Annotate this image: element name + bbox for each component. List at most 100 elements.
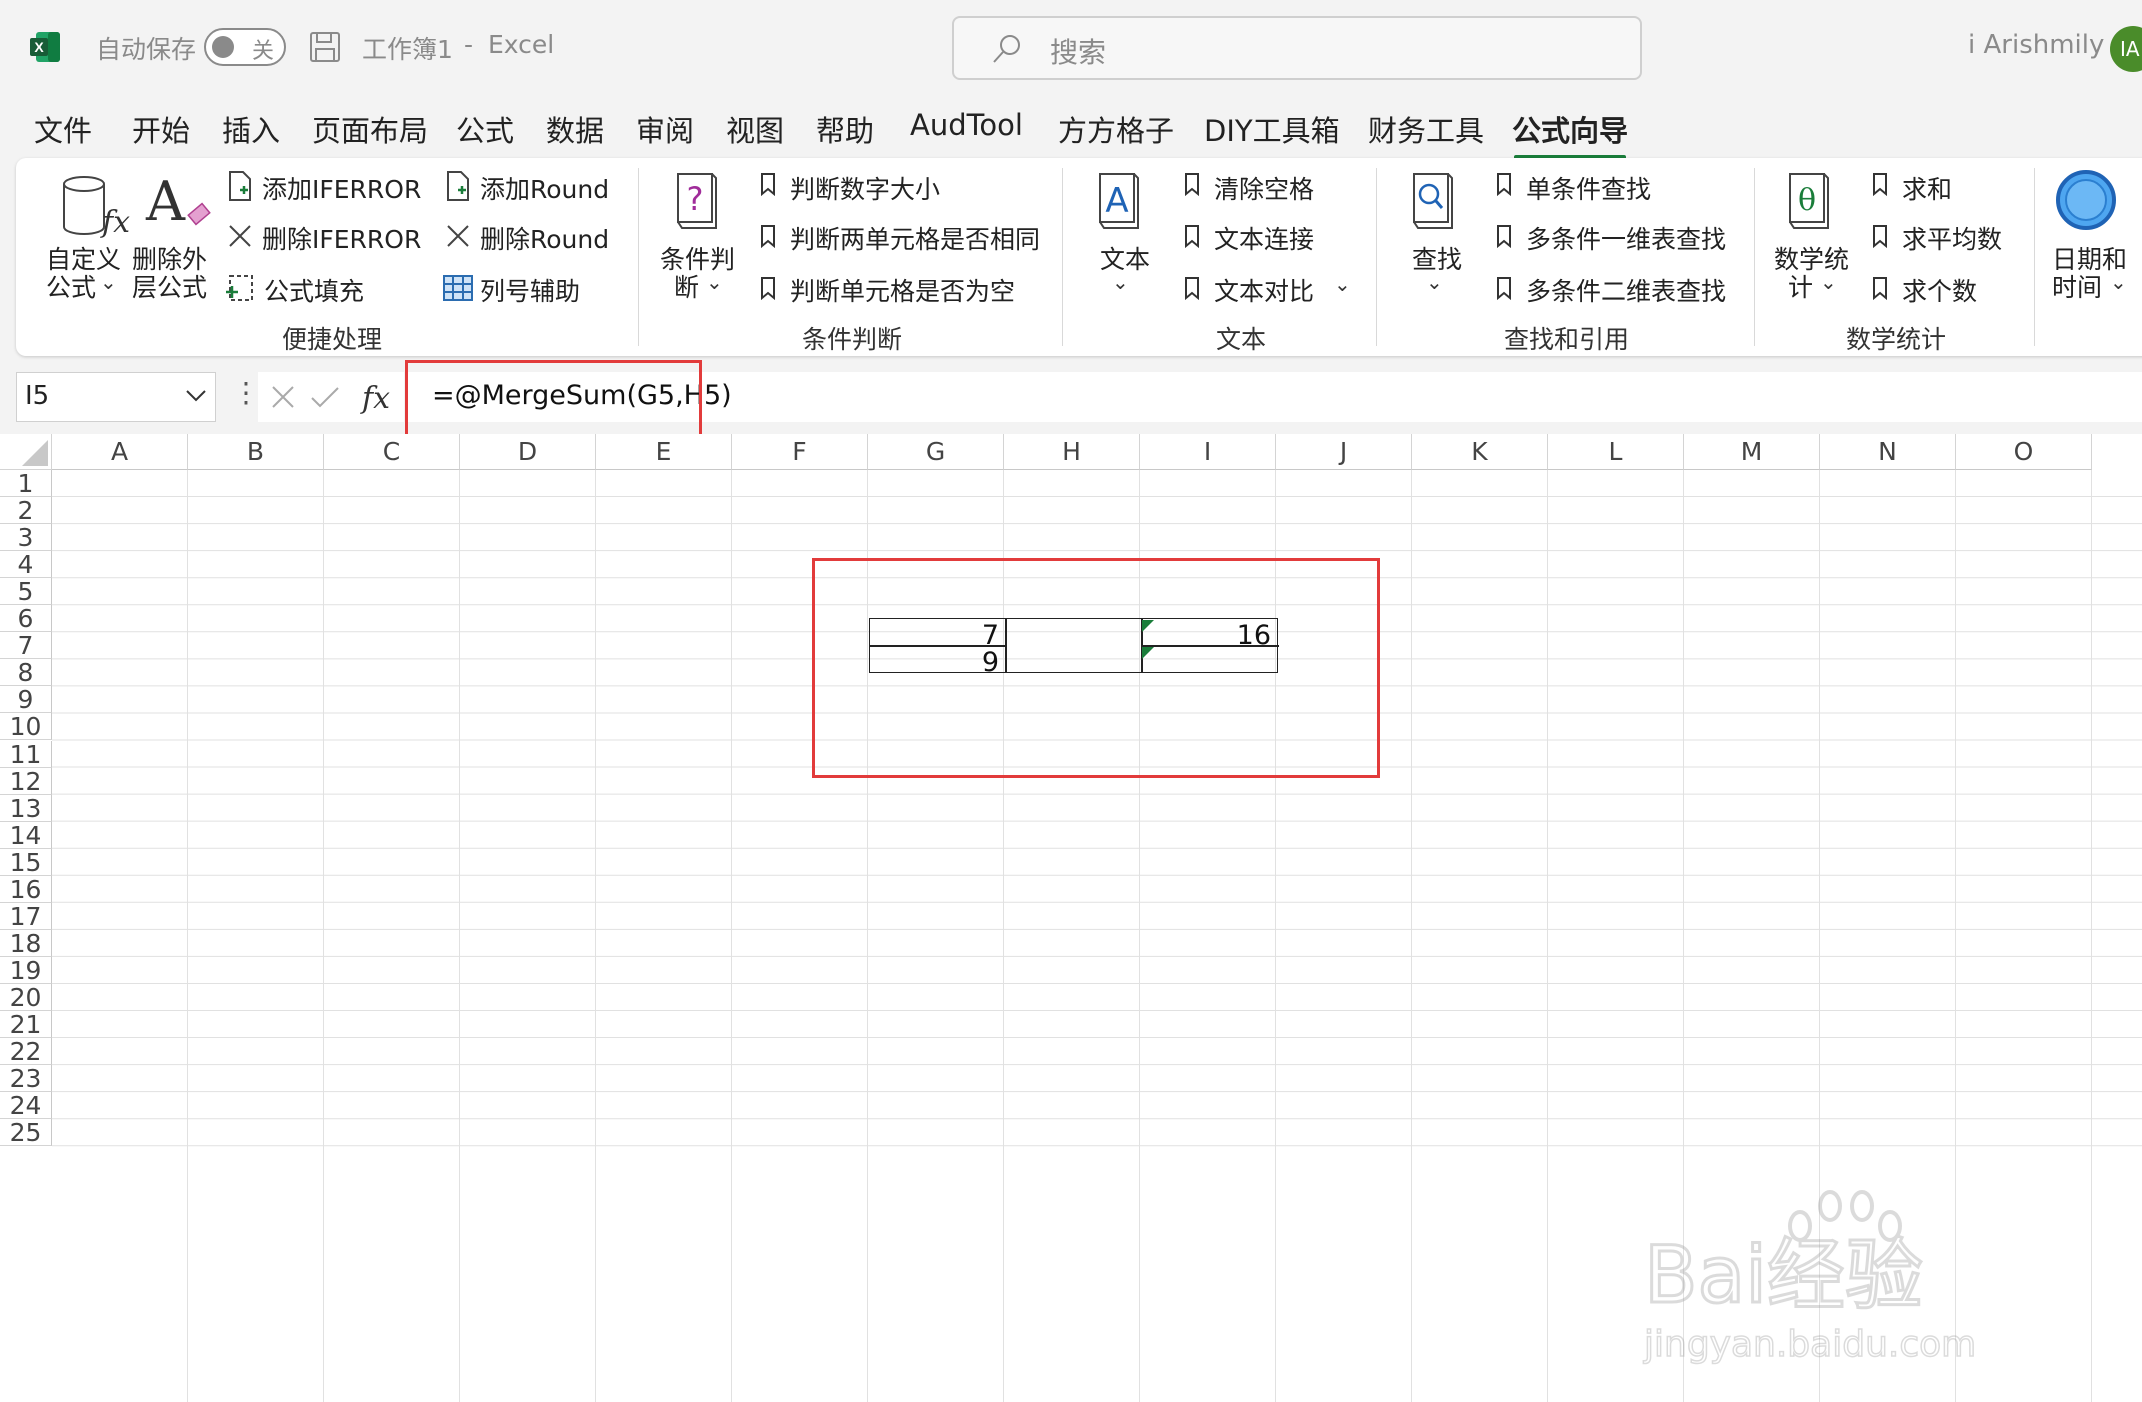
tab-file[interactable]: 文件 — [34, 108, 92, 150]
bookmark-icon — [1497, 277, 1511, 300]
column-header-L[interactable]: L — [1548, 434, 1684, 470]
tab-fangfang[interactable]: 方方格子 — [1058, 108, 1174, 150]
confirm-check-icon[interactable] — [310, 384, 340, 410]
column-header-M[interactable]: M — [1684, 434, 1820, 470]
column-header-D[interactable]: D — [460, 434, 596, 470]
remove-formula-icon: A — [145, 170, 211, 233]
row-header-13[interactable]: 13 — [0, 795, 52, 822]
tab-insert[interactable]: 插入 — [222, 108, 280, 150]
row-header-8[interactable]: 8 — [0, 659, 52, 686]
row-header-15[interactable]: 15 — [0, 849, 52, 876]
column-header-O[interactable]: O — [1956, 434, 2092, 470]
column-header-I[interactable]: I — [1140, 434, 1276, 470]
row-header-24[interactable]: 24 — [0, 1092, 52, 1119]
row-header-21[interactable]: 21 — [0, 1011, 52, 1038]
column-header-K[interactable]: K — [1412, 434, 1548, 470]
formula-buttons: fx — [258, 372, 404, 422]
clock-circle-icon — [2056, 170, 2116, 230]
row-header-4[interactable]: 4 — [0, 551, 52, 578]
row-header-22[interactable]: 22 — [0, 1038, 52, 1065]
document-title: 工作簿1 — [362, 35, 453, 64]
condition-item-3: 判断单元格是否为空 — [790, 277, 1016, 306]
add-document-icon — [447, 171, 469, 201]
row-header-19[interactable]: 19 — [0, 957, 52, 984]
group-separator — [1754, 168, 1755, 346]
column-header-E[interactable]: E — [596, 434, 732, 470]
column-header-G[interactable]: G — [868, 434, 1004, 470]
column-header-A[interactable]: A — [52, 434, 188, 470]
row-header-18[interactable]: 18 — [0, 930, 52, 957]
row-header-2[interactable]: 2 — [0, 497, 52, 524]
select-all-corner[interactable] — [0, 434, 52, 470]
column-header-F[interactable]: F — [732, 434, 868, 470]
row-header-6[interactable]: 6 — [0, 605, 52, 632]
user-name[interactable]: i Arishmily — [1968, 30, 2104, 60]
row-header-5[interactable]: 5 — [0, 578, 52, 605]
more-options-icon[interactable]: ⋮ — [232, 376, 260, 409]
tab-help[interactable]: 帮助 — [816, 108, 874, 150]
row-header-12[interactable]: 12 — [0, 767, 52, 795]
autosave-toggle[interactable]: 关 — [204, 28, 286, 66]
cancel-icon[interactable] — [270, 384, 296, 410]
fill-formula-icon — [226, 275, 253, 301]
condition-item-2: 判断两单元格是否相同 — [790, 225, 1041, 254]
chevron-down-icon[interactable] — [185, 389, 207, 403]
group-separator — [638, 168, 639, 346]
excel-logo-icon[interactable]: X — [28, 30, 62, 64]
text-item-1: 清除空格 — [1214, 175, 1315, 204]
svg-text:?: ? — [687, 180, 704, 218]
row-header-20[interactable]: 20 — [0, 984, 52, 1011]
tab-diy-toolbox[interactable]: DIY工具箱 — [1204, 108, 1340, 150]
row-header-1[interactable]: 1 — [0, 470, 52, 497]
row-header-9[interactable]: 9 — [0, 686, 52, 713]
autosave-state: 关 — [252, 39, 275, 64]
group-label-quick: 便捷处理 — [282, 325, 383, 354]
tab-view[interactable]: 视图 — [726, 108, 784, 150]
column-header-B[interactable]: B — [188, 434, 324, 470]
math-item-3: 求个数 — [1902, 277, 1978, 306]
bookmark-icon — [1185, 277, 1199, 300]
save-icon[interactable] — [308, 30, 342, 64]
row-header-10[interactable]: 10 — [0, 713, 52, 740]
column-header-J[interactable]: J — [1276, 434, 1412, 470]
tab-review[interactable]: 审阅 — [636, 108, 694, 150]
bookmark-icon — [1185, 173, 1199, 196]
tab-data[interactable]: 数据 — [546, 108, 604, 150]
tab-finance-tools[interactable]: 财务工具 — [1368, 108, 1484, 150]
column-header-C[interactable]: C — [324, 434, 460, 470]
row-header-3[interactable]: 3 — [0, 524, 52, 551]
formula-bar: I5 ⋮ fx =@MergeSum(G5,H5) — [0, 362, 2142, 432]
bookmark-icon — [1873, 225, 1887, 248]
toggle-knob — [212, 36, 234, 58]
tab-home[interactable]: 开始 — [132, 108, 190, 150]
row-header-17[interactable]: 17 — [0, 903, 52, 930]
column-header-H[interactable]: H — [1004, 434, 1140, 470]
svg-text:fx: fx — [100, 205, 130, 240]
insert-function-icon[interactable]: fx — [358, 378, 398, 416]
column-header-N[interactable]: N — [1820, 434, 1956, 470]
chevron-down-icon: ⌄ — [1334, 272, 1351, 296]
row-header-14[interactable]: 14 — [0, 822, 52, 849]
tab-formulas[interactable]: 公式 — [456, 108, 514, 150]
svg-text:A: A — [1105, 181, 1128, 221]
custom-formula-label-2: 公式 — [46, 273, 97, 302]
row-header-23[interactable]: 23 — [0, 1065, 52, 1092]
svg-text:θ: θ — [1798, 183, 1816, 218]
row-header-16[interactable]: 16 — [0, 876, 52, 903]
row-header-7[interactable]: 7 — [0, 632, 52, 659]
svg-text:A: A — [145, 170, 186, 233]
bookmark-icon — [1873, 277, 1887, 300]
row-header-25[interactable]: 25 — [0, 1119, 52, 1146]
tab-formula-wizard[interactable]: 公式向导 — [1512, 108, 1628, 160]
text-item-2: 文本连接 — [1214, 225, 1315, 254]
chevron-down-icon: ⌄ — [1426, 270, 1443, 294]
tab-page-layout[interactable]: 页面布局 — [312, 108, 428, 150]
name-box[interactable]: I5 — [16, 372, 216, 422]
table-grid-icon — [443, 275, 473, 301]
chevron-down-icon: ⌄ — [2110, 270, 2127, 294]
search-box[interactable]: 搜索 — [952, 16, 1642, 80]
lookup-item-3: 多条件二维表查找 — [1526, 277, 1727, 306]
avatar[interactable]: IA — [2110, 26, 2142, 72]
row-header-11[interactable]: 11 — [0, 740, 52, 768]
tab-audtool[interactable]: AudTool — [910, 108, 1023, 142]
